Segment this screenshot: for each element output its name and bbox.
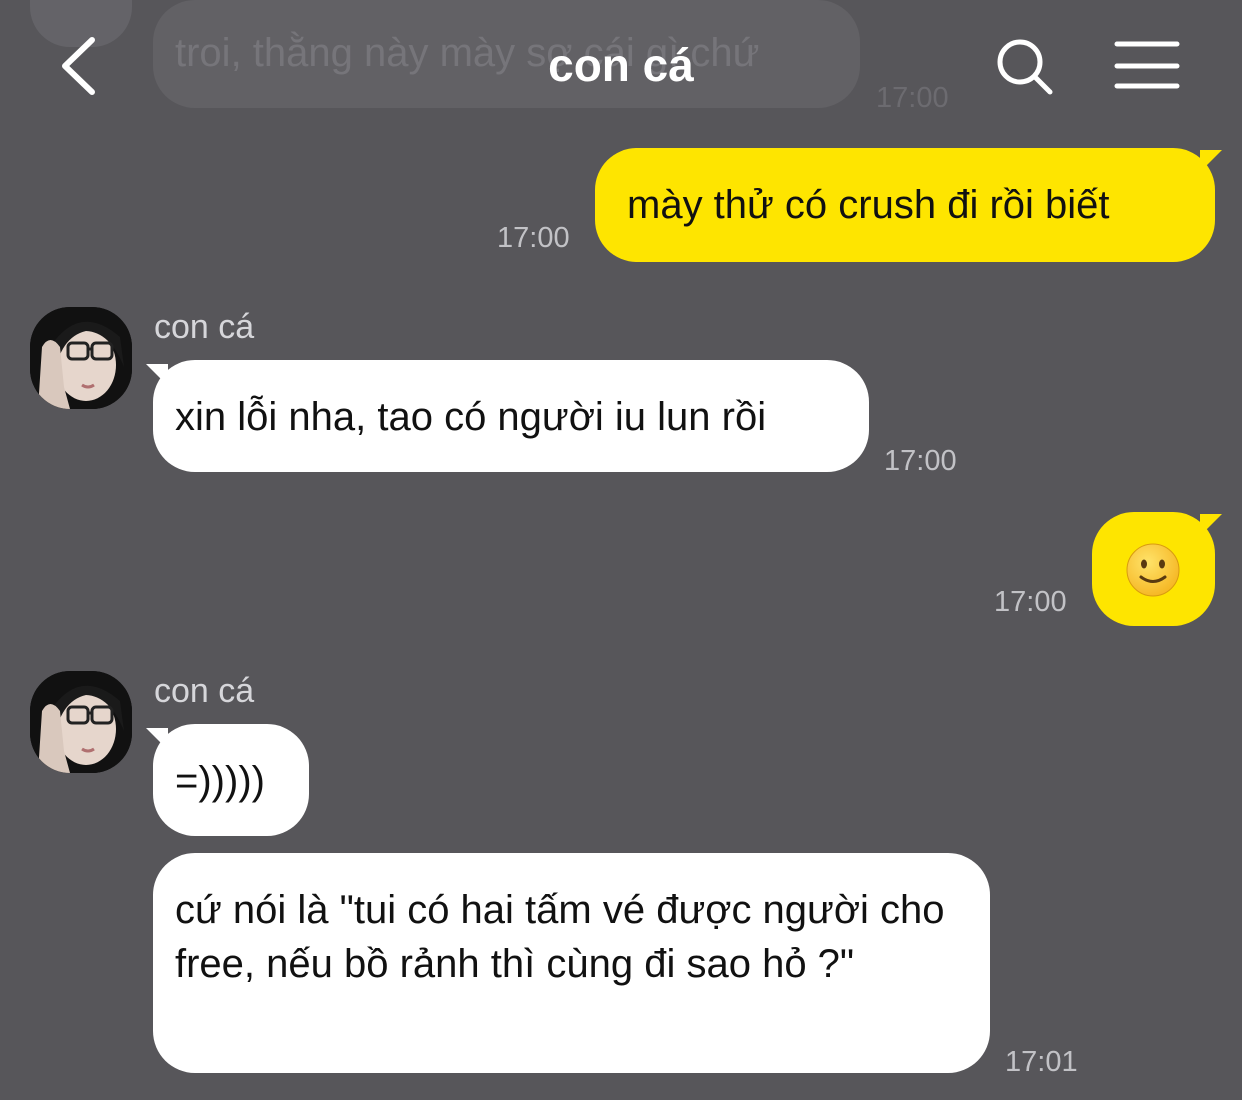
message-bubble-outgoing[interactable]: 🙂 (1092, 512, 1215, 626)
message-text: =))))) (175, 759, 265, 803)
bubble-tail (1200, 514, 1222, 536)
menu-button[interactable] (1114, 40, 1180, 92)
avatar-photo-icon (30, 307, 132, 409)
sender-name: con cá (154, 672, 255, 710)
message-text: xin lỗi nha, tao có người iu lun rồi (175, 395, 767, 439)
bubble-tail (146, 364, 168, 386)
message-text: mày thử có crush đi rồi biết (627, 183, 1110, 227)
search-icon (997, 39, 1053, 95)
message-time: 17:01 (1005, 1046, 1078, 1078)
message-bubble-incoming[interactable]: xin lỗi nha, tao có người iu lun rồi (153, 360, 869, 472)
avatar[interactable] (30, 671, 132, 773)
slightly-smiling-face-icon (1126, 543, 1180, 597)
message-time: 17:00 (497, 222, 570, 254)
bubble-tail (146, 728, 168, 750)
bubble-tail (1200, 150, 1222, 172)
message-bubble-incoming[interactable]: cứ nói là "tui có hai tấm vé được người … (153, 853, 990, 1073)
message-time: 17:00 (884, 445, 957, 477)
search-button[interactable] (994, 36, 1056, 98)
message-bubble-incoming[interactable]: =))))) (153, 724, 309, 836)
message-text: cứ nói là "tui có hai tấm vé được người … (175, 888, 945, 986)
avatar-photo-icon (30, 671, 132, 773)
avatar[interactable] (30, 307, 132, 409)
hamburger-menu-icon (1114, 41, 1180, 89)
message-time: 17:00 (994, 586, 1067, 618)
sender-name: con cá (154, 308, 255, 346)
message-bubble-outgoing[interactable]: mày thử có crush đi rồi biết (595, 148, 1215, 262)
